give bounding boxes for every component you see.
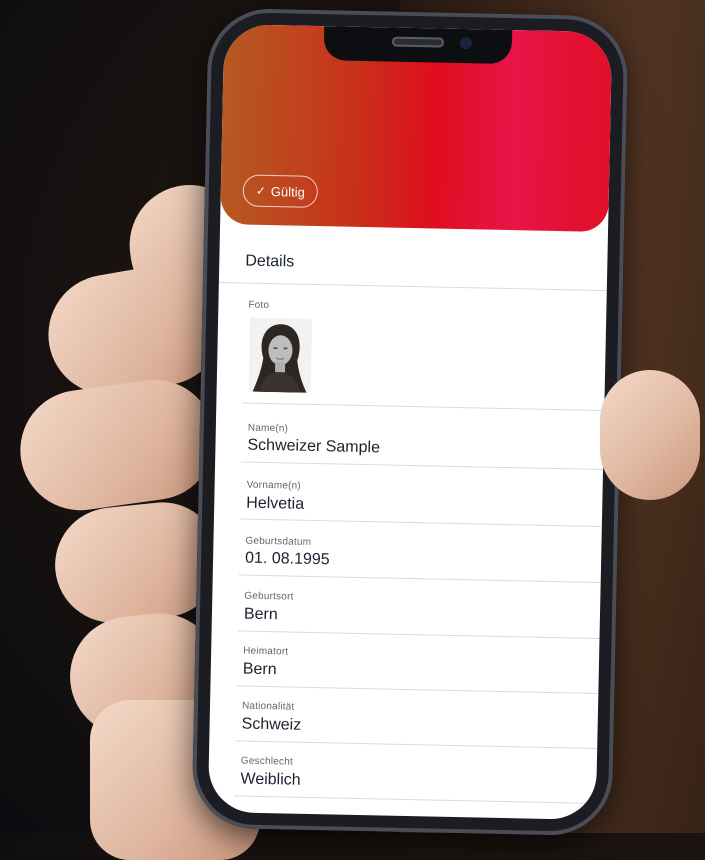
- field-value: Bern: [242, 660, 277, 679]
- hand-finger-3: [12, 372, 223, 518]
- speaker-icon: [391, 36, 445, 48]
- divider: [238, 574, 601, 584]
- field-label: Geburtsdatum: [245, 535, 312, 548]
- divider: [235, 740, 598, 749]
- divider: [218, 281, 607, 292]
- field-label: Geschlecht: [240, 755, 293, 768]
- field-label: Vorname(n): [246, 479, 301, 492]
- divider: [237, 630, 600, 640]
- field-value: 01. 08.1995: [244, 549, 330, 569]
- phone-notch: [323, 26, 513, 65]
- status-badge[interactable]: ✓ Gültig: [242, 174, 319, 209]
- field-label: Heimatort: [243, 645, 289, 658]
- field-value: Schweizer Sample: [247, 436, 381, 457]
- field-value: Weiblich: [240, 770, 301, 789]
- field-value: Schweiz: [241, 715, 302, 734]
- field-value: Bern: [243, 605, 278, 624]
- field-label: Name(n): [247, 422, 289, 435]
- phone: ✓ Gültig Details Foto Name(n) Schweizer …: [191, 7, 629, 837]
- check-icon: ✓: [255, 183, 267, 198]
- field-value: Helvetia: [246, 494, 305, 513]
- details-title: Details: [245, 252, 295, 271]
- divider: [239, 518, 602, 528]
- portrait-image: [248, 317, 313, 393]
- portrait-photo: [248, 317, 313, 393]
- divider: [236, 685, 599, 695]
- divider: [241, 461, 604, 471]
- hand-thumb: [600, 370, 700, 500]
- field-label: Geburtsort: [244, 590, 294, 603]
- status-badge-label: Gültig: [270, 183, 305, 200]
- field-label: Nationalität: [241, 700, 295, 713]
- camera-icon: [459, 36, 473, 50]
- divider: [242, 402, 605, 412]
- divider: [234, 795, 597, 804]
- phone-screen: ✓ Gültig Details Foto Name(n) Schweizer …: [207, 24, 613, 820]
- id-card-banner: ✓ Gültig: [220, 24, 613, 233]
- photo-label: Foto: [248, 299, 270, 312]
